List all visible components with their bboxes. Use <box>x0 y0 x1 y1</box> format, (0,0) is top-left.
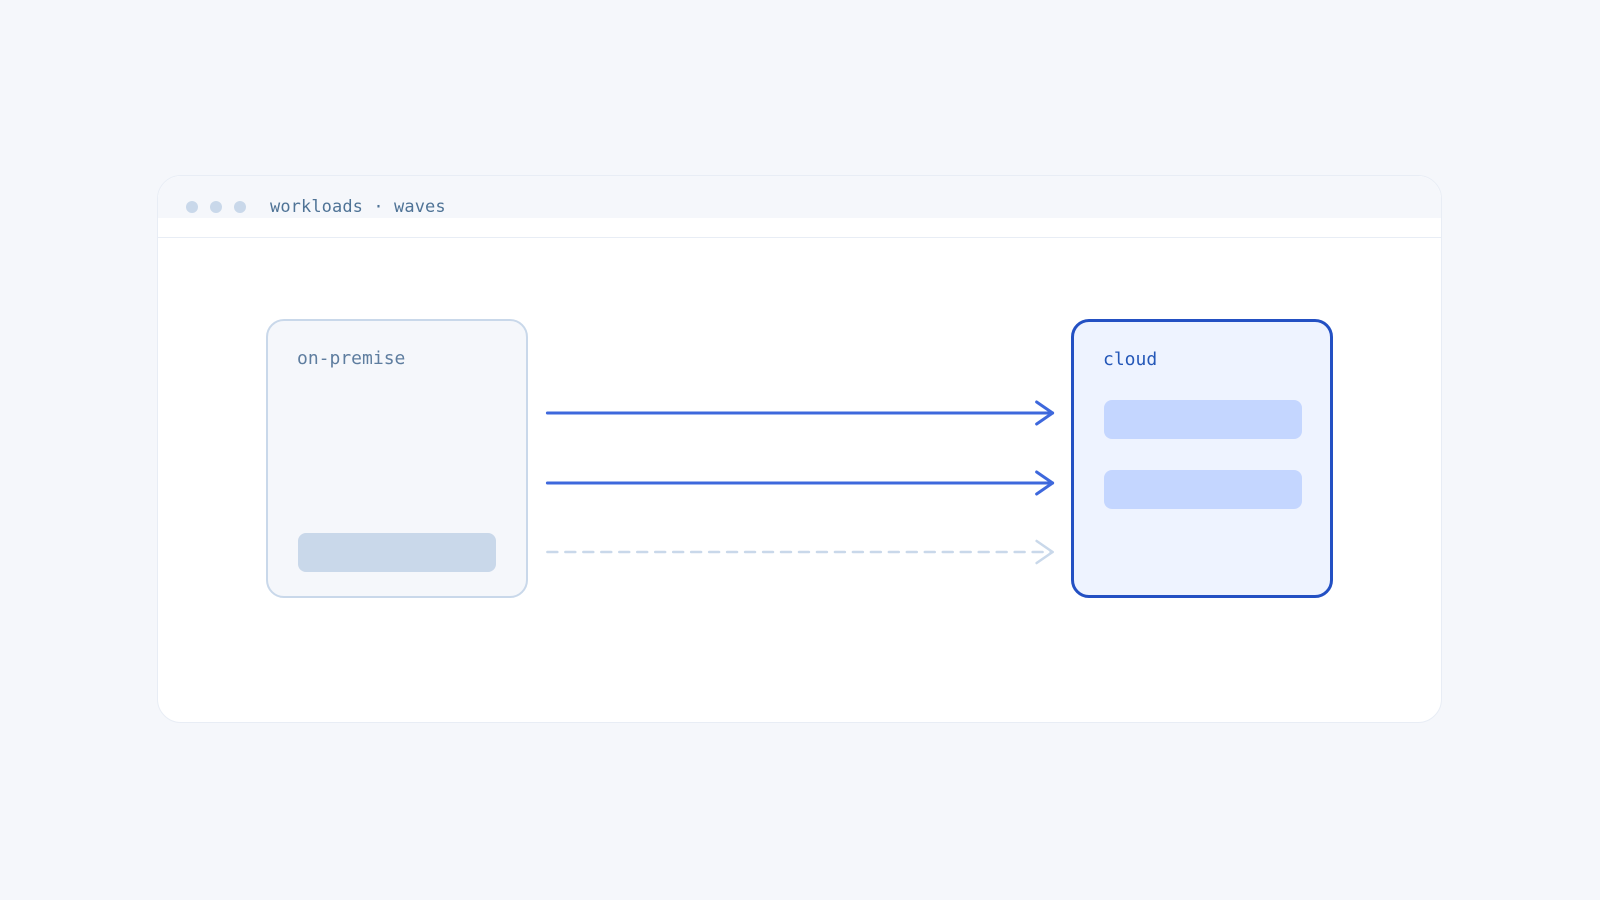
window-control-dot-2[interactable] <box>210 201 222 213</box>
migrated-workload-item <box>1104 400 1302 439</box>
window-control-dot-1[interactable] <box>186 201 198 213</box>
migration-arrow-2 <box>545 470 1055 496</box>
cloud-panel: cloud <box>1071 319 1333 598</box>
migration-arrow-1 <box>545 400 1055 426</box>
window-title: workloads · waves <box>270 197 446 217</box>
migration-diagram: on-premise cloud <box>158 238 1441 722</box>
app-stage: workloads · waves on-premise cloud <box>0 0 1600 900</box>
window-control-dot-3[interactable] <box>234 201 246 213</box>
pending-migration-arrow <box>546 539 1054 565</box>
window-titlebar: workloads · waves <box>158 176 1441 238</box>
cloud-label: cloud <box>1103 349 1158 370</box>
migrated-workload-item <box>1104 470 1302 509</box>
workloads-window: workloads · waves on-premise cloud <box>157 175 1442 723</box>
